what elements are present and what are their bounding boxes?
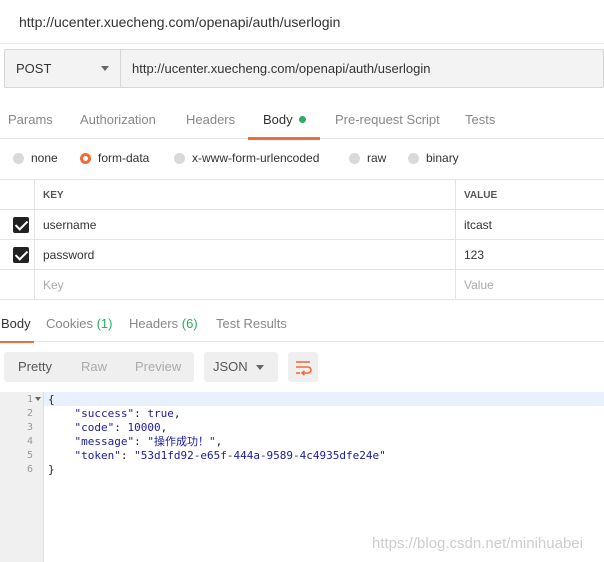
request-tabs: Params Authorization Headers Body Pre-re…	[0, 103, 604, 140]
key-cell[interactable]: username	[35, 210, 456, 239]
radio-circle-icon	[349, 152, 360, 164]
code-line: "success": true,	[74, 407, 181, 420]
response-tab-test-results[interactable]: Test Results	[216, 316, 287, 331]
fold-arrow-icon[interactable]	[35, 397, 41, 401]
line-gutter: 1 2 3 4 5 6	[0, 392, 44, 562]
chevron-down-icon	[256, 365, 264, 370]
code-content: { "success": true, "code": 10000, "messa…	[48, 392, 386, 504]
response-tab-headers[interactable]: Headers (6)	[129, 316, 198, 331]
radio-none[interactable]: none	[13, 151, 58, 165]
radio-urlencoded[interactable]: x-www-form-urlencoded	[174, 151, 319, 165]
chevron-down-icon	[101, 66, 109, 71]
headers-count-badge: (6)	[181, 316, 198, 331]
radio-circle-icon	[408, 152, 419, 164]
tab-tests[interactable]: Tests	[465, 112, 495, 127]
column-header-value: VALUE	[464, 190, 498, 201]
url-input[interactable]	[121, 50, 603, 87]
tab-body[interactable]: Body	[263, 112, 306, 127]
radio-circle-icon	[13, 152, 24, 164]
watermark: https://blog.csdn.net/minihuabei	[372, 535, 583, 552]
preview-button[interactable]: Preview	[135, 359, 181, 374]
request-title-bar: http://ucenter.xuecheng.com/openapi/auth…	[0, 0, 604, 44]
active-tab-indicator	[248, 137, 320, 140]
wrap-lines-button[interactable]	[288, 352, 318, 382]
format-dropdown[interactable]: JSON	[204, 352, 278, 382]
response-tabs: Body Cookies (1) Headers (6) Test Result…	[0, 310, 604, 343]
line-number: 4	[26, 436, 33, 447]
format-label: JSON	[213, 359, 248, 374]
row-checkbox[interactable]	[13, 247, 29, 263]
line-number: 2	[26, 408, 33, 419]
code-line: "token": "53d1fd92-e65f-444a-9589-4c4935…	[74, 449, 386, 462]
radio-circle-icon	[174, 152, 185, 164]
tab-params[interactable]: Params	[8, 112, 53, 127]
response-tab-cookies[interactable]: Cookies (1)	[46, 316, 112, 331]
table-row: password 123	[0, 240, 604, 270]
active-line-highlight	[0, 392, 604, 406]
tab-prerequest-script[interactable]: Pre-request Script	[335, 112, 440, 127]
method-dropdown[interactable]: POST	[5, 50, 121, 87]
form-data-table: KEY VALUE username itcast password 123 K…	[0, 179, 604, 300]
code-line: "code": 10000,	[74, 421, 168, 434]
table-header-row: KEY VALUE	[0, 180, 604, 210]
active-response-tab-indicator	[0, 341, 34, 343]
tab-body-label: Body	[263, 112, 293, 127]
pretty-button[interactable]: Pretty	[18, 359, 52, 374]
status-dot-icon	[298, 116, 306, 123]
table-row: username itcast	[0, 210, 604, 240]
new-key-input[interactable]: Key	[35, 270, 456, 299]
tab-authorization[interactable]: Authorization	[80, 112, 156, 127]
column-header-key: KEY	[43, 190, 64, 201]
radio-raw[interactable]: raw	[349, 151, 386, 165]
row-checkbox[interactable]	[13, 217, 29, 233]
request-title: http://ucenter.xuecheng.com/openapi/auth…	[19, 14, 341, 30]
request-bar: POST	[4, 49, 604, 88]
line-number: 1	[26, 394, 33, 405]
code-line: {	[48, 393, 55, 406]
wrap-lines-icon	[296, 361, 312, 376]
response-tab-body[interactable]: Body	[1, 316, 31, 331]
response-toolbar: Pretty Raw Preview JSON	[0, 352, 604, 382]
view-mode-group: Pretty Raw Preview	[4, 352, 194, 382]
code-line: }	[48, 463, 55, 476]
radio-form-data[interactable]: form-data	[80, 151, 149, 165]
line-number: 3	[26, 422, 33, 433]
cookies-count-badge: (1)	[96, 316, 113, 331]
raw-button[interactable]: Raw	[81, 359, 107, 374]
value-cell[interactable]: itcast	[456, 210, 604, 239]
radio-binary[interactable]: binary	[408, 151, 459, 165]
radio-selected-icon	[80, 152, 91, 164]
table-row-empty: Key Value	[0, 270, 604, 300]
line-number: 6	[26, 464, 33, 475]
body-type-selector: none form-data x-www-form-urlencoded raw…	[0, 148, 604, 170]
key-cell[interactable]: password	[35, 240, 456, 269]
line-number: 5	[26, 450, 33, 461]
method-label: POST	[16, 61, 52, 76]
tab-headers[interactable]: Headers	[186, 112, 235, 127]
value-cell[interactable]: 123	[456, 240, 604, 269]
new-value-input[interactable]: Value	[456, 270, 604, 299]
code-line: "message": "操作成功！",	[74, 435, 223, 448]
